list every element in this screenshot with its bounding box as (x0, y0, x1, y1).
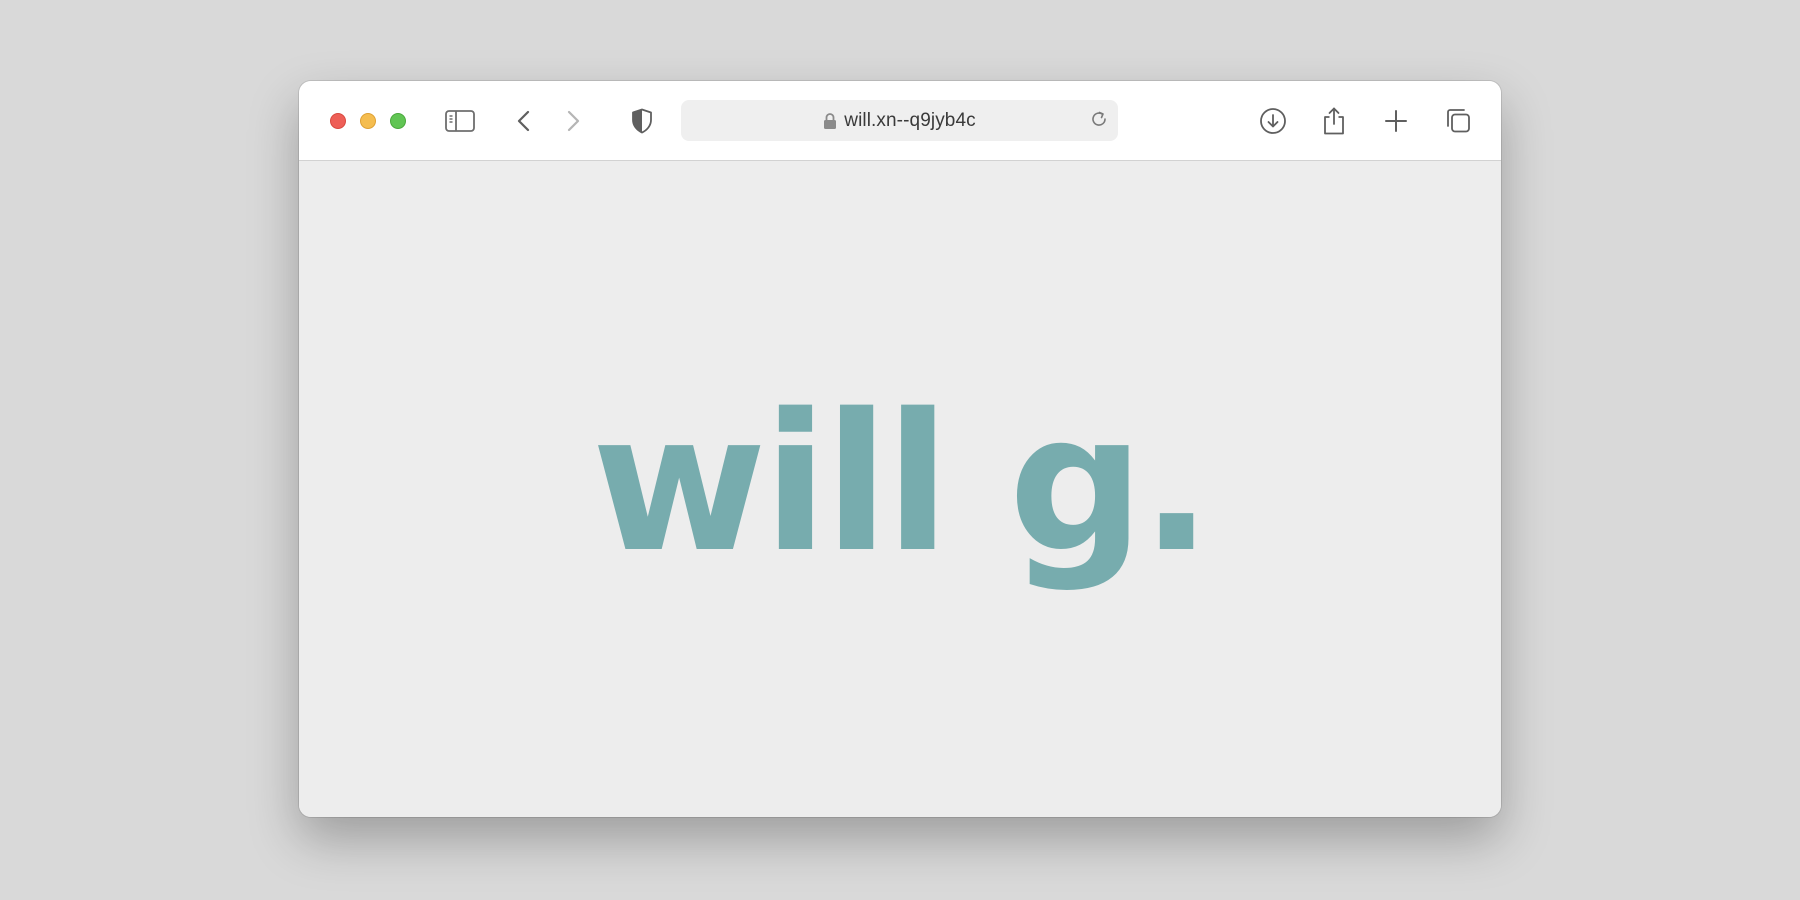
browser-toolbar: will.xn--q9jyb4c (299, 81, 1501, 161)
minimize-window-button[interactable] (360, 113, 376, 129)
new-tab-button[interactable] (1378, 103, 1414, 139)
sidebar-toggle-button[interactable] (442, 103, 478, 139)
lock-icon (823, 112, 837, 130)
forward-button[interactable] (555, 103, 591, 139)
share-button[interactable] (1316, 103, 1352, 139)
address-bar[interactable]: will.xn--q9jyb4c (681, 100, 1118, 141)
share-icon (1321, 106, 1347, 136)
back-icon (516, 109, 532, 133)
back-button[interactable] (506, 103, 542, 139)
forward-icon (565, 109, 581, 133)
tabs-overview-icon (1444, 107, 1472, 135)
new-tab-icon (1384, 109, 1408, 133)
shield-icon (631, 108, 653, 134)
close-window-button[interactable] (330, 113, 346, 129)
browser-window: will.xn--q9jyb4c will g. (299, 81, 1501, 817)
tab-overview-button[interactable] (1440, 103, 1476, 139)
downloads-button[interactable] (1255, 103, 1291, 139)
zoom-window-button[interactable] (390, 113, 406, 129)
download-icon (1259, 107, 1287, 135)
url-text: will.xn--q9jyb4c (844, 109, 976, 131)
hero: will g. (299, 161, 1501, 817)
sidebar-icon (445, 109, 475, 133)
reload-icon (1089, 109, 1109, 134)
page-content: will g. (299, 161, 1501, 817)
page-heading: will g. (591, 373, 1212, 594)
privacy-report-button[interactable] (624, 103, 660, 139)
reload-button[interactable] (1088, 110, 1110, 132)
